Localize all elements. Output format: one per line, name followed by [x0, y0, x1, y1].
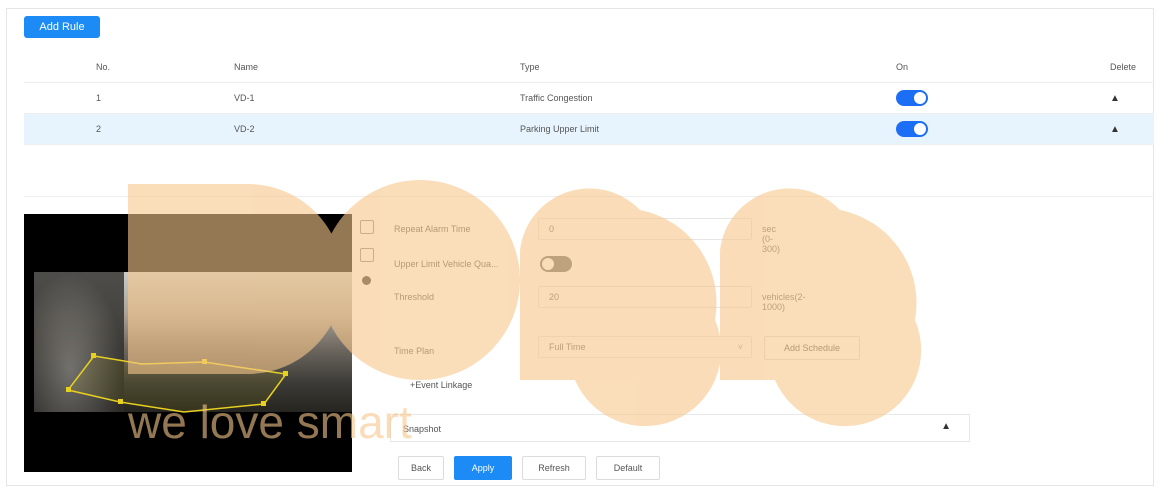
toggle-switch[interactable] [896, 90, 928, 106]
header-no: No. [96, 62, 111, 72]
row-enable-toggle[interactable] [896, 114, 928, 144]
row-no: 2 [96, 124, 102, 134]
add-rule-button[interactable]: Add Rule [24, 16, 100, 38]
back-button[interactable]: Back [398, 456, 444, 480]
header-type: Type [520, 62, 540, 72]
row-no: 1 [96, 93, 102, 103]
time-plan-value: Full Time [549, 342, 586, 352]
draw-line-icon[interactable] [360, 248, 374, 262]
row-enable-toggle[interactable] [896, 83, 928, 113]
delete-icon[interactable]: ▲ [1110, 114, 1120, 144]
threshold-label: Threshold [394, 292, 435, 302]
default-button[interactable]: Default [596, 456, 660, 480]
video-toolbar [360, 220, 376, 299]
rules-table: No. Name Type On Delete 1 VD-1 Traffic C… [24, 52, 1154, 145]
time-plan-label: Time Plan [394, 346, 435, 356]
table-row[interactable]: 2 VD-2 Parking Upper Limit ▲ [24, 114, 1154, 145]
upper-limit-toggle[interactable] [540, 256, 572, 272]
row-name: VD-1 [234, 93, 255, 103]
add-schedule-button[interactable]: Add Schedule [764, 336, 860, 360]
refresh-button[interactable]: Refresh [522, 456, 586, 480]
repeat-alarm-time-label: Repeat Alarm Time [394, 224, 471, 234]
event-linkage-toggle[interactable]: +Event Linkage [410, 380, 472, 390]
table-row[interactable]: 1 VD-1 Traffic Congestion ▲ [24, 83, 1154, 114]
header-name: Name [234, 62, 259, 72]
event-row-label: Snapshot [403, 424, 442, 434]
event-row: Snapshot ▲ [390, 414, 970, 442]
repeat-alarm-time-unit: sec (0-300) [762, 224, 781, 254]
table-header: No. Name Type On Delete [24, 52, 1154, 83]
region-polygon [66, 355, 288, 413]
draw-area-icon[interactable] [360, 220, 374, 234]
row-type: Parking Upper Limit [520, 124, 600, 134]
chevron-down-icon: ˅ [737, 342, 743, 352]
video-preview[interactable] [24, 214, 352, 472]
upper-limit-label: Upper Limit Vehicle Qua... [394, 259, 499, 269]
threshold-unit: vehicles(2-1000) [762, 292, 806, 312]
time-plan-select[interactable]: Full Time ˅ [538, 336, 752, 358]
header-on: On [896, 62, 909, 72]
header-delete: Delete [1110, 62, 1137, 72]
delete-icon[interactable]: ▲ [941, 421, 951, 432]
delete-icon[interactable]: ▲ [1110, 83, 1120, 113]
repeat-alarm-time-input[interactable]: 0 [538, 218, 752, 240]
threshold-input[interactable]: 20 [538, 286, 752, 308]
detection-region[interactable] [24, 214, 352, 472]
clear-icon[interactable] [362, 276, 371, 285]
row-type: Traffic Congestion [520, 93, 593, 103]
toggle-switch[interactable] [896, 121, 928, 137]
table-empty-area [24, 146, 1154, 197]
apply-button[interactable]: Apply [454, 456, 512, 480]
row-name: VD-2 [234, 124, 255, 134]
